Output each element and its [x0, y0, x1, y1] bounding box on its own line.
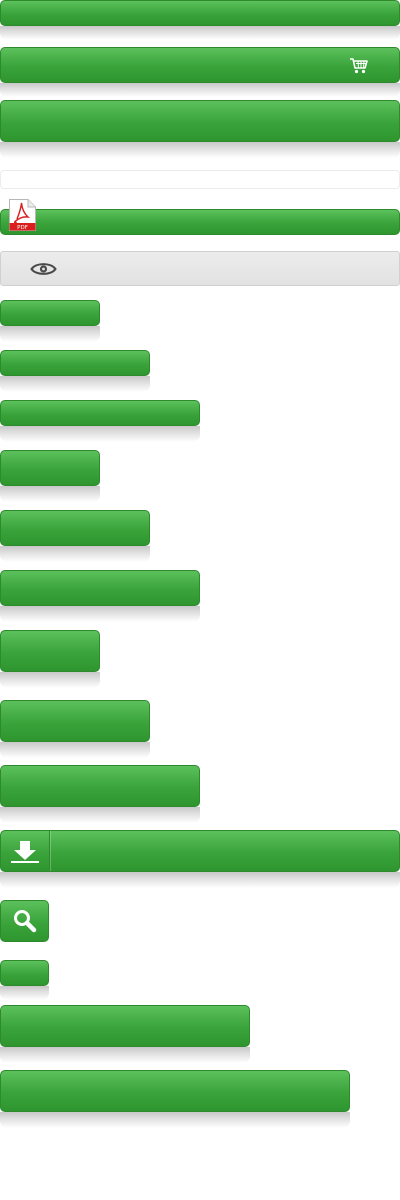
download-button[interactable]: [0, 830, 400, 872]
button-reflection: [0, 606, 200, 622]
magnifier-icon: [13, 909, 37, 936]
green-button-medium-100[interactable]: [0, 450, 100, 486]
green-button-large-150[interactable]: [0, 700, 150, 742]
green-button-small-150[interactable]: [0, 350, 150, 376]
shopping-cart-icon: [349, 57, 369, 78]
button-reflection: [0, 426, 200, 442]
green-button-small-200[interactable]: [0, 400, 200, 426]
download-separator: [49, 831, 50, 871]
green-button-medium-200[interactable]: [0, 570, 200, 606]
button-reflection: [0, 672, 100, 688]
button-reflection: [0, 26, 400, 40]
green-button-wide-250[interactable]: [0, 1005, 250, 1047]
button-reflection: [0, 376, 150, 392]
green-button-large-200[interactable]: [0, 765, 200, 807]
green-button-large-100[interactable]: [0, 630, 100, 672]
add-to-cart-button[interactable]: [0, 47, 400, 83]
eye-icon: [30, 261, 57, 282]
green-button-1[interactable]: [0, 0, 400, 26]
green-button-tiny[interactable]: [0, 960, 49, 986]
button-reflection: [0, 142, 400, 158]
green-button-large[interactable]: [0, 100, 400, 142]
pdf-badge-text: PDF: [17, 225, 28, 231]
button-reflection: [0, 83, 400, 97]
search-button[interactable]: [0, 900, 49, 942]
green-button-wide-350[interactable]: [0, 1070, 350, 1112]
button-reflection: [0, 872, 400, 888]
button-reflection: [0, 326, 100, 342]
button-reflection: [0, 1112, 350, 1128]
view-button[interactable]: [0, 251, 400, 286]
button-reflection: [0, 742, 150, 758]
pdf-download-button[interactable]: [0, 209, 400, 235]
button-reflection: [0, 1047, 250, 1063]
pdf-file-icon: PDF: [9, 199, 36, 236]
empty-input-bar[interactable]: [0, 170, 400, 189]
green-button-medium-150[interactable]: [0, 510, 150, 546]
button-reflection: [0, 486, 100, 502]
button-reflection: [0, 986, 49, 1000]
button-reflection: [0, 807, 200, 823]
button-reflection: [0, 546, 150, 562]
green-button-small-100[interactable]: [0, 300, 100, 326]
download-arrow-icon: [11, 841, 39, 866]
